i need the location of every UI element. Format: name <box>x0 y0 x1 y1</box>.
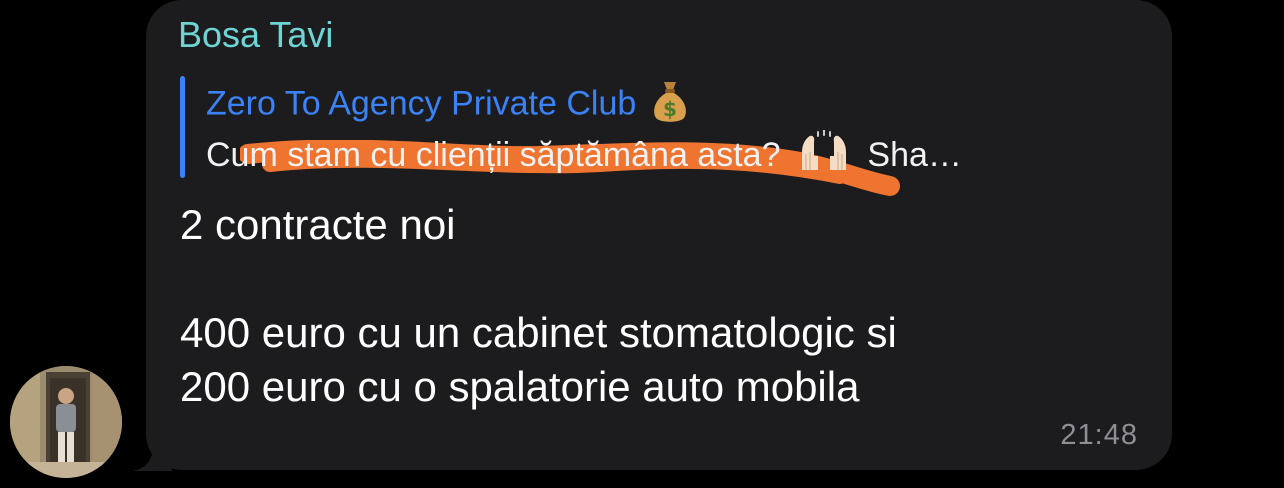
reply-preview-text-end: Sha… <box>867 136 962 174</box>
reply-title: Zero To Agency Private Club $ <box>206 78 690 133</box>
money-bag-icon: $ <box>650 78 690 133</box>
avatar[interactable] <box>10 366 122 478</box>
message-line: 200 euro cu o spalatorie auto mobila <box>180 363 860 410</box>
message-line: 400 euro cu un cabinet stomatologic si <box>180 309 897 356</box>
reply-accent-bar <box>180 76 185 178</box>
chat-screen: Bosa Tavi Zero To Agency Private Club $ <box>0 0 1284 488</box>
message-line: 2 contracte noi <box>180 201 456 248</box>
reply-preview-text-start: Cum stam cu clienții săptămâna asta? <box>206 136 781 174</box>
avatar-photo <box>10 366 122 478</box>
message-body[interactable]: 2 contracte noi 400 euro cu un cabinet s… <box>180 198 1080 414</box>
reply-title-text: Zero To Agency Private Club <box>206 84 637 123</box>
message-bubble[interactable]: Bosa Tavi Zero To Agency Private Club $ <box>146 0 1172 470</box>
svg-text:$: $ <box>663 97 677 121</box>
reply-preview-text: Cum stam cu clienții săptămâna asta? Sha… <box>206 129 962 175</box>
raised-hands-icon <box>801 129 846 170</box>
message-line <box>180 252 1080 306</box>
reply-preview[interactable]: Zero To Agency Private Club $ Cum stam c… <box>180 72 1140 196</box>
sender-name[interactable]: Bosa Tavi <box>178 14 333 56</box>
message-timestamp: 21:48 <box>1060 419 1138 451</box>
